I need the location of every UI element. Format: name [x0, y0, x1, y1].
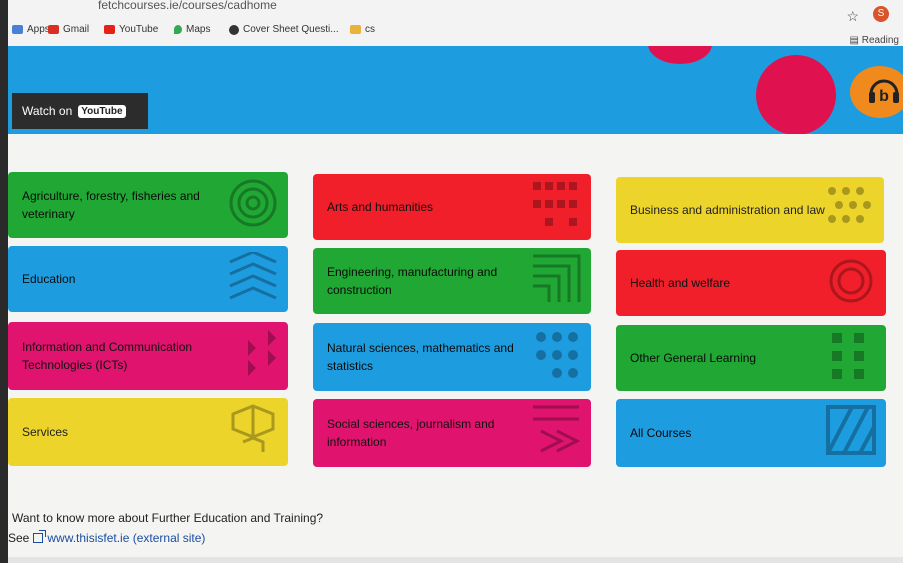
category-card-health[interactable]: Health and welfare — [616, 250, 886, 316]
address-bar[interactable]: fetchcourses.ie/courses/cadhome — [68, 0, 488, 12]
pattern-decoration — [536, 332, 578, 378]
category-card-engineering[interactable]: Engineering, manufacturing and construct… — [313, 248, 591, 314]
external-link-icon — [33, 530, 47, 543]
bookmark-cs[interactable]: cs — [350, 24, 375, 35]
category-card-education[interactable]: Education — [8, 246, 288, 312]
further-education-question: Want to know more about Further Educatio… — [12, 511, 324, 525]
category-card-all-courses[interactable]: All Courses — [616, 399, 886, 467]
decor-circle — [648, 46, 712, 64]
category-card-business[interactable]: Business and administration and law — [616, 177, 884, 243]
headphones-icon[interactable]: b — [864, 74, 903, 112]
external-site-row: See www.thisisfet.ie (external site) — [8, 530, 206, 545]
thisisfet-link[interactable]: www.thisisfet.ie (external site) — [47, 531, 205, 545]
pattern-decoration — [832, 333, 864, 379]
bookmark-gmail[interactable]: Gmail — [48, 24, 89, 35]
bottom-edge — [8, 557, 903, 563]
globe-icon — [229, 24, 239, 35]
bookmark-maps[interactable]: Maps — [174, 24, 210, 35]
youtube-logo: YouTube — [78, 104, 126, 118]
pattern-decoration — [533, 254, 581, 302]
course-category-grid: Agriculture, forestry, fisheries and vet… — [8, 170, 903, 470]
url-text: fetchcourses.ie/courses/cadhome — [98, 0, 277, 12]
pattern-decoration — [828, 187, 871, 223]
browser-screen: fetchcourses.ie/courses/cadhome Apps Gma… — [8, 0, 903, 563]
bookmark-star-icon[interactable]: ☆ — [846, 8, 859, 25]
reading-list-button[interactable]: ▤ Reading — [850, 35, 900, 46]
decor-circle — [756, 55, 836, 134]
pattern-decoration — [229, 179, 277, 227]
pattern-decoration — [248, 330, 276, 376]
pattern-decoration — [229, 252, 277, 300]
bookmark-apps[interactable]: Apps — [12, 24, 50, 35]
category-card-natural-sciences[interactable]: Natural sciences, mathematics and statis… — [313, 323, 591, 391]
category-card-social-sciences[interactable]: Social sciences, journalism and informat… — [313, 399, 591, 467]
watch-on-youtube-button[interactable]: Watch on YouTube — [12, 93, 148, 129]
pattern-decoration — [826, 405, 876, 455]
bookmark-youtube[interactable]: YouTube — [104, 24, 158, 35]
youtube-icon — [104, 25, 115, 34]
folder-icon — [350, 25, 361, 34]
pattern-decoration — [533, 405, 581, 453]
headphones-svg: b — [869, 79, 899, 105]
category-card-agriculture[interactable]: Agriculture, forestry, fisheries and vet… — [8, 172, 288, 238]
profile-avatar[interactable]: S — [873, 6, 889, 22]
category-card-other-learning[interactable]: Other General Learning — [616, 325, 886, 391]
audio-logo-letter: b — [879, 88, 889, 105]
pattern-decoration — [533, 182, 577, 226]
maps-pin-icon — [174, 25, 182, 34]
category-card-ict[interactable]: Information and Communication Technologi… — [8, 322, 288, 390]
browser-toolbar: fetchcourses.ie/courses/cadhome Apps Gma… — [8, 0, 903, 47]
bookmark-cover-sheet[interactable]: Cover Sheet Questi... — [229, 24, 339, 35]
category-card-services[interactable]: Services — [8, 398, 288, 466]
pattern-decoration — [829, 259, 873, 303]
pattern-decoration — [231, 404, 275, 452]
category-card-arts[interactable]: Arts and humanities — [313, 174, 591, 240]
gmail-icon — [48, 25, 59, 34]
apps-icon — [12, 25, 23, 34]
